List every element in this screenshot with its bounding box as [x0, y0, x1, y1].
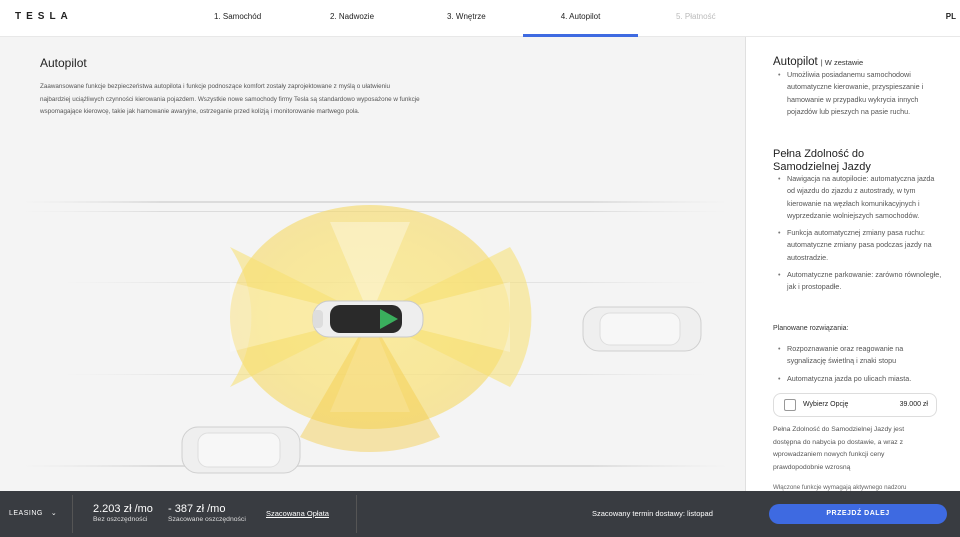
supervision-note: Włączone funkcje wymagają aktywnego nadz… — [773, 484, 907, 491]
leasing-dropdown[interactable]: LEASING ⌄ — [9, 509, 57, 517]
fsd-note: Pełna Zdolność do Samodzielnej Jazdy jes… — [773, 426, 905, 471]
delivery-estimate: Szacowany termin dostawy: listopad — [592, 509, 713, 518]
monthly-price-sub: Bez oszczędności — [93, 516, 148, 523]
tesla-logo[interactable]: TESLA — [15, 11, 73, 22]
main-content: Autopilot Zaawansowane funkcje bezpiecze… — [0, 37, 745, 491]
autopilot-heading: Autopilot | W zestawie — [773, 56, 863, 68]
main-car — [312, 300, 424, 338]
top-navigation: TESLA 1. Samochód 2. Nadwozie 3. Wnętrze… — [0, 0, 960, 37]
option-price: 39.000 zł — [899, 401, 928, 408]
fsd-features: Nawigacja na autopilocie: automatyczna j… — [773, 173, 943, 299]
step-platnosc: 5. Płatność — [676, 12, 716, 21]
list-item: Nawigacja na autopilocie: automatyczna j… — [773, 173, 943, 222]
step-wnetrze[interactable]: 3. Wnętrze — [447, 12, 486, 37]
other-car-left — [181, 426, 301, 474]
divider — [356, 495, 357, 533]
autopilot-included: | W zestawie — [820, 58, 864, 67]
autopilot-illustration — [20, 201, 730, 474]
fsd-option[interactable]: Wybierz Opcję 39.000 zł — [773, 393, 937, 417]
lane-line — [20, 201, 730, 203]
other-car-right — [582, 306, 702, 352]
language-selector[interactable]: PL — [946, 12, 956, 21]
list-item: Funkcja automatycznej zmiany pasa ruchu:… — [773, 227, 943, 264]
footer-bar: LEASING ⌄ 2.203 zł /mo Bez oszczędności -… — [0, 491, 960, 537]
divider — [72, 495, 73, 533]
page-title: Autopilot — [40, 56, 87, 70]
step-samochod[interactable]: 1. Samochód — [214, 12, 261, 37]
planned-features: Rozpoznawanie oraz reagowanie na sygnali… — [773, 343, 943, 390]
options-panel: Autopilot| W zestawie Umożliwia posiadan… — [745, 37, 960, 491]
chevron-down-icon: ⌄ — [50, 510, 58, 517]
lane-line — [20, 465, 730, 467]
monthly-price: 2.203 zł /mo — [93, 503, 153, 515]
fsd-heading: Pełna Zdolność do Samodzielnej Jazdy — [773, 148, 871, 173]
estimated-fee-link[interactable]: Szacowana Opłata — [266, 509, 329, 518]
page-description: Zaawansowane funkcje bezpieczeństwa auto… — [40, 83, 420, 115]
savings-sub: Szacowane oszczędności — [168, 516, 246, 523]
savings-price: - 387 zł /mo — [168, 503, 226, 515]
list-item: Automatyczna jazda po ulicach miasta. — [773, 373, 943, 386]
fsd-checkbox[interactable] — [784, 399, 796, 411]
step-autopilot[interactable]: 4. Autopilot — [523, 12, 638, 37]
option-label: Wybierz Opcję — [803, 401, 849, 408]
continue-button[interactable]: PRZEJDŹ DALEJ — [769, 504, 947, 524]
list-item: Umożliwia posiadanemu samochodowi automa… — [773, 69, 943, 118]
autopilot-title: Autopilot — [773, 56, 818, 68]
planned-label: Planowane rozwiązania: — [773, 325, 849, 332]
autopilot-features: Umożliwia posiadanemu samochodowi automa… — [773, 69, 943, 123]
step-nadwozie[interactable]: 2. Nadwozie — [330, 12, 374, 37]
list-item: Rozpoznawanie oraz reagowanie na sygnali… — [773, 343, 943, 368]
leasing-label: LEASING — [9, 510, 43, 517]
list-item: Automatyczne parkowanie: zarówno równole… — [773, 269, 943, 294]
